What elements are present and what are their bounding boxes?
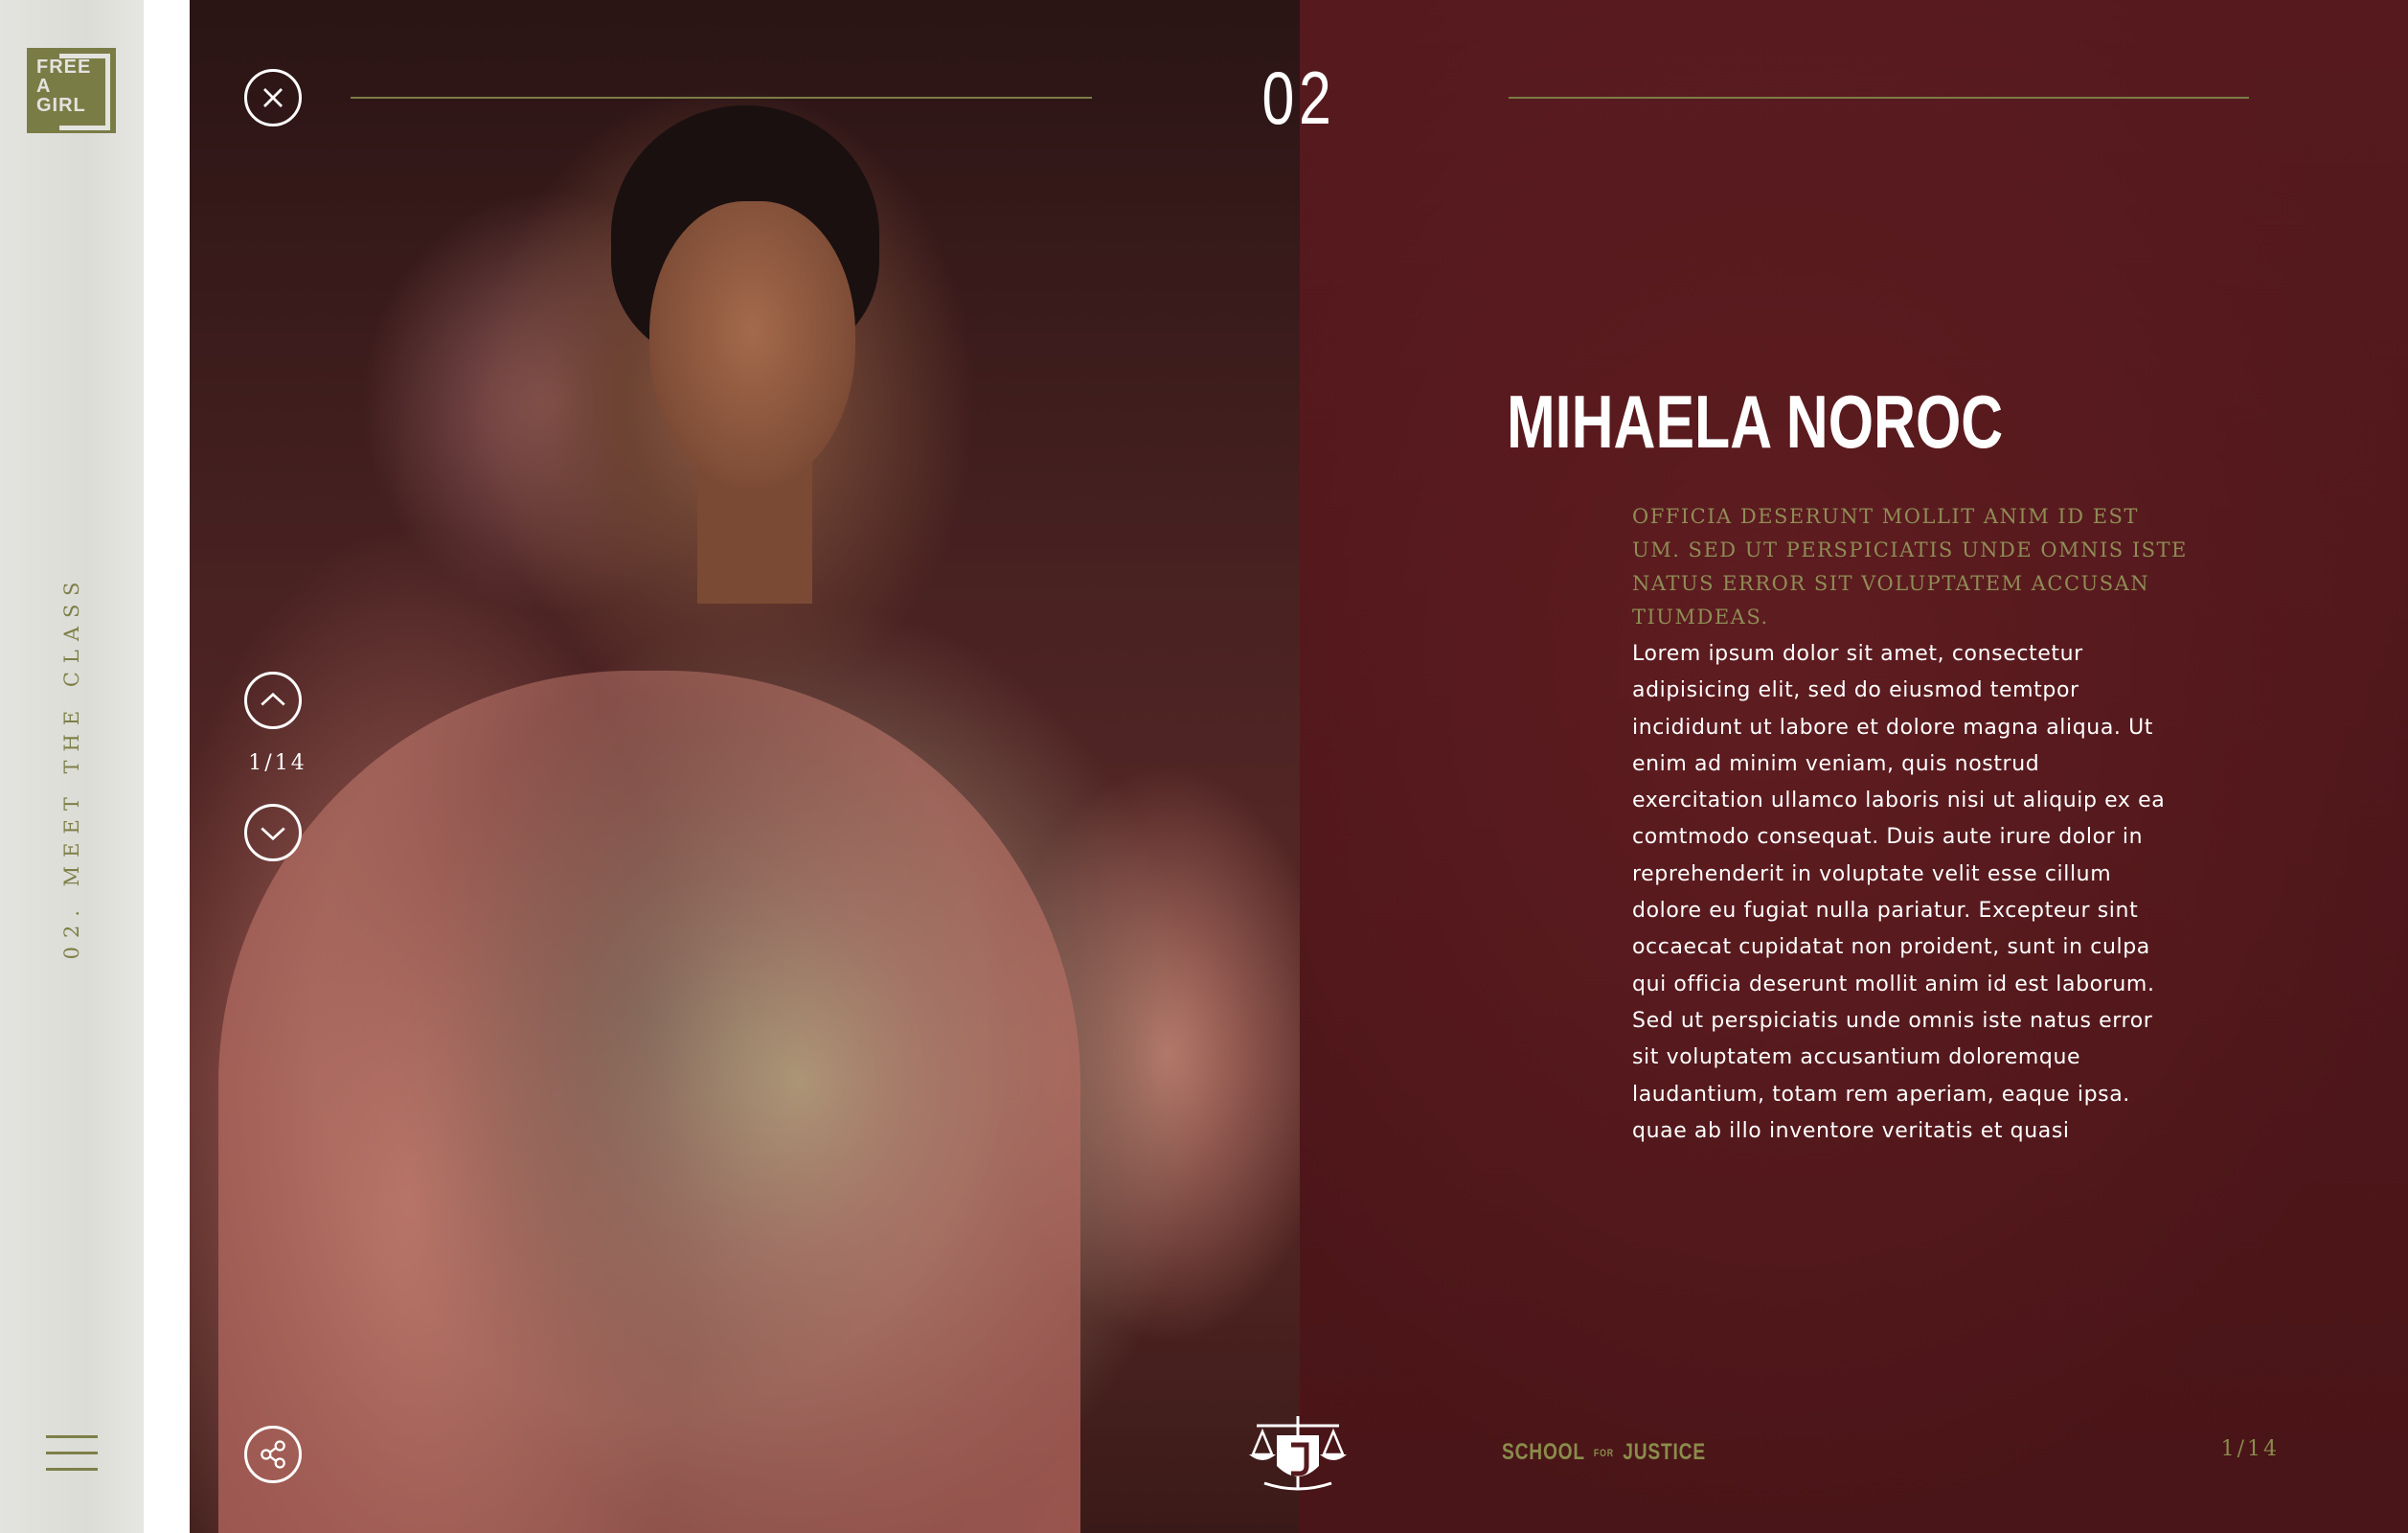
footer-counter: 1/14 — [2220, 1437, 2280, 1461]
logo-line-2: A — [36, 76, 52, 97]
section-label: 02. MEET THE CLASS — [60, 573, 83, 960]
profile-name: MIHAELA NOROC — [1507, 379, 2004, 464]
chevron-up-icon — [261, 692, 285, 706]
school-for-justice-brand[interactable]: SCHOOL FOR JUSTICE — [1502, 1439, 1706, 1466]
free-a-girl-logo[interactable]: FREE A GIRL — [27, 48, 116, 133]
pagination-dot[interactable] — [155, 773, 171, 789]
logo-line-3: GIRL — [36, 95, 86, 116]
next-button[interactable] — [244, 804, 302, 861]
brand-justice: JUSTICE — [1623, 1439, 1706, 1465]
previous-button[interactable] — [244, 672, 302, 729]
header-divider-left — [351, 97, 1092, 99]
pagination-dot-active[interactable] — [155, 734, 171, 750]
close-button[interactable] — [244, 69, 302, 126]
profile-body: Lorem ipsum dolor sit amet, consectetur … — [1632, 642, 2166, 1143]
pagination-dot[interactable] — [155, 812, 171, 829]
close-icon — [263, 88, 283, 107]
share-icon — [261, 1440, 285, 1469]
chevron-down-icon — [261, 827, 285, 841]
brand-for: FOR — [1593, 1447, 1614, 1459]
logo-text: FREE A GIRL — [36, 57, 94, 115]
pagination-dot[interactable] — [155, 695, 171, 711]
logo-line-1: FREE — [36, 57, 92, 78]
slide-number: 02 — [1261, 56, 1336, 140]
share-button[interactable] — [244, 1426, 302, 1483]
brand-school: SCHOOL — [1502, 1439, 1585, 1465]
hamburger-menu-icon[interactable] — [46, 1435, 98, 1474]
header-divider-right — [1509, 97, 2249, 99]
portrait-photo — [190, 0, 1300, 1533]
sidebar: FREE A GIRL 02. MEET THE CLASS — [0, 0, 144, 1533]
pagination-dots — [155, 695, 177, 855]
gallery-counter: 1/14 — [248, 751, 307, 775]
school-crest-icon[interactable] — [1245, 1412, 1351, 1493]
profile-lead: Officia deserunt mollit anim id est um. … — [1632, 505, 2188, 629]
